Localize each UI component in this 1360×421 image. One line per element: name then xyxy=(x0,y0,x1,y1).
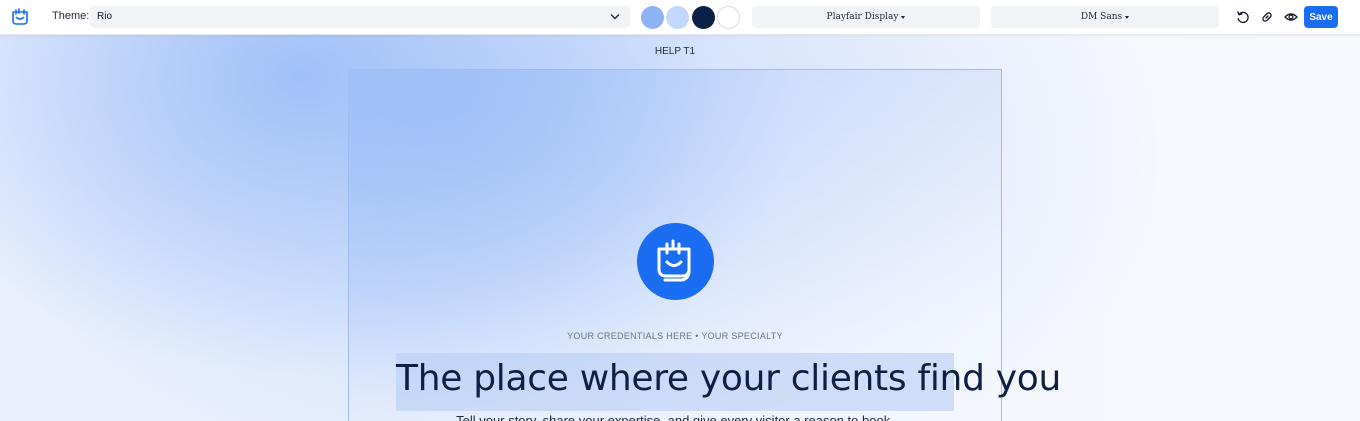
color-swatch-secondary[interactable] xyxy=(666,6,689,29)
theme-select-value: Rio xyxy=(97,11,113,22)
theme-label: Theme: xyxy=(52,10,90,22)
theme-select[interactable]: Rio xyxy=(90,6,630,28)
calendar-smile-icon[interactable] xyxy=(10,7,30,27)
color-swatch-dark[interactable] xyxy=(692,6,715,29)
color-swatch-primary[interactable] xyxy=(641,6,664,29)
chevron-down-icon xyxy=(610,14,620,20)
editor-toolbar: Theme: Rio Playfair Display DM Sans Save xyxy=(0,0,1360,35)
calendar-smile-icon xyxy=(657,239,691,282)
page-name: HELP T1 xyxy=(654,46,696,57)
hero-headline[interactable]: The place where your clients find you xyxy=(396,353,1061,411)
caret-down-icon xyxy=(1125,15,1130,19)
body-font-dropdown[interactable]: DM Sans xyxy=(991,6,1219,28)
eye-icon[interactable] xyxy=(1284,10,1298,24)
page-preview-frame[interactable]: YOUR CREDENTIALS HERE • YOUR SPECIALTY T… xyxy=(348,69,1061,421)
editor-canvas: HELP T1 YOUR CREDENTIALS HERE • YOUR SPE… xyxy=(0,35,1360,421)
link-icon[interactable] xyxy=(1260,10,1274,24)
body-font-label: DM Sans xyxy=(1080,12,1123,22)
hero-subtext[interactable]: Tell your story, share your expertise, a… xyxy=(349,413,1001,421)
color-swatch-background[interactable] xyxy=(717,6,740,29)
undo-icon[interactable] xyxy=(1236,10,1250,24)
heading-font-label: Playfair Display xyxy=(826,12,899,22)
hero-logo[interactable] xyxy=(637,223,714,300)
heading-font-dropdown[interactable]: Playfair Display xyxy=(752,6,980,28)
caret-down-icon xyxy=(901,15,906,19)
credentials-text[interactable]: YOUR CREDENTIALS HERE • YOUR SPECIALTY xyxy=(349,331,1001,341)
save-button[interactable]: Save xyxy=(1304,6,1338,28)
